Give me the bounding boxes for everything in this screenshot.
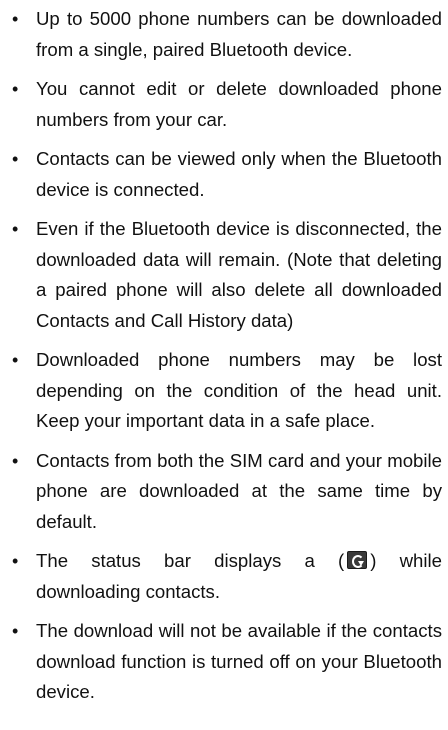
bullet-text-before-icon: The status bar displays a ( [36, 550, 345, 571]
list-item: • You cannot edit or delete downloaded p… [0, 74, 448, 135]
bullet-dot: • [12, 350, 19, 370]
bullet-dot: • [12, 149, 19, 169]
bullet-dot: • [12, 621, 19, 641]
list-item: • Contacts from both the SIM card and yo… [0, 446, 448, 538]
bullet-dot: • [12, 450, 19, 471]
bullet-dot: • [12, 219, 19, 239]
list-item: • Even if the Bluetooth device is discon… [0, 214, 448, 336]
bullet-text: Downloaded phone numbers may be lost dep… [36, 349, 442, 431]
bullet-dot: • [12, 79, 19, 99]
list-item: • Contacts can be viewed only when the B… [0, 144, 448, 205]
list-item: • The download will not be available if … [0, 616, 448, 708]
bullet-text: You cannot edit or delete downloaded pho… [36, 78, 442, 130]
bullet-dot: • [12, 9, 19, 29]
bullet-dot: • [12, 551, 19, 571]
list-item: • The status bar displays a () while dow… [0, 546, 448, 607]
bullet-list: • Up to 5000 phone numbers can be downlo… [0, 0, 448, 717]
bullet-text: The download will not be available if th… [36, 620, 442, 702]
bullet-text: Up to 5000 phone numbers can be download… [36, 8, 442, 60]
list-item: • Downloaded phone numbers may be lost d… [0, 345, 448, 437]
bullet-text: Contacts can be viewed only when the Blu… [36, 148, 442, 200]
bullet-text: Contacts from both the SIM card and your… [36, 449, 442, 532]
bullet-text: Even if the Bluetooth device is disconne… [36, 218, 442, 331]
list-item: • Up to 5000 phone numbers can be downlo… [0, 4, 448, 65]
contacts-download-icon [347, 551, 368, 569]
